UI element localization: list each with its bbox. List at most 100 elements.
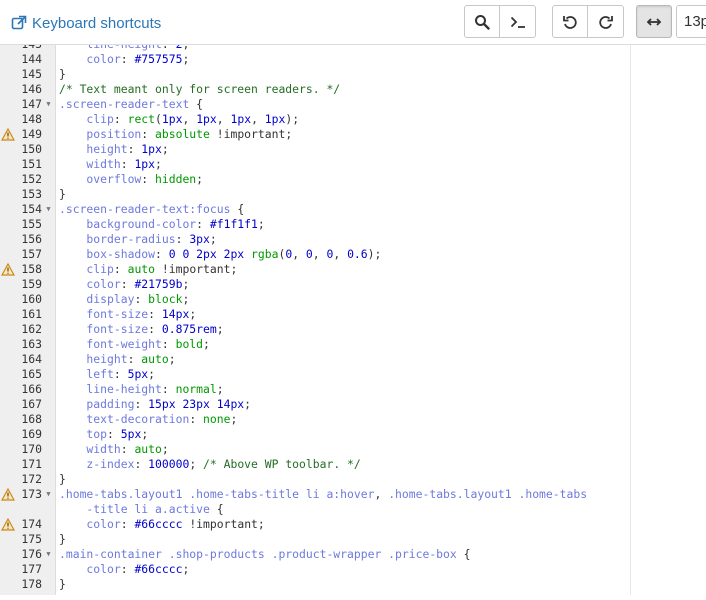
code-token: ; (216, 382, 224, 396)
code-line[interactable]: 165 left: 5px; (0, 367, 706, 382)
code-token: hidden (155, 172, 197, 186)
code-token: : (189, 412, 204, 426)
code-line[interactable]: 155 background-color: #f1f1f1; (0, 217, 706, 232)
code-line[interactable]: 149 position: absolute !important; (0, 127, 706, 142)
code-line[interactable]: 168 text-decoration: none; (0, 412, 706, 427)
code-line[interactable]: 178} (0, 577, 706, 592)
code-line[interactable]: 162 font-size: 0.875rem; (0, 322, 706, 337)
fold-toggle-icon[interactable]: ▼ (44, 547, 53, 562)
code-line[interactable]: -title li a.active { (0, 502, 706, 517)
code-token: text-decoration (59, 412, 190, 426)
font-size-select[interactable]: 13p (676, 5, 706, 38)
keyboard-shortcuts-link[interactable]: Keyboard shortcuts (11, 12, 161, 34)
code-line[interactable]: 169 top: 5px; (0, 427, 706, 442)
code-token: , (251, 112, 265, 126)
line-number: 178 (21, 577, 42, 591)
code-text: .main-container .shop-products .product-… (59, 547, 470, 562)
code-text: clip: rect(1px, 1px, 1px, 1px); (59, 112, 299, 127)
code-line[interactable]: 147 ▼ .screen-reader-text { (0, 97, 706, 112)
search-button[interactable] (464, 5, 500, 38)
code-line[interactable]: 152 overflow: hidden; (0, 172, 706, 187)
code-text: .screen-reader-text:focus { (59, 202, 244, 217)
code-line[interactable]: 172} (0, 472, 706, 487)
code-line[interactable]: 174 color: #66cccc !important; (0, 517, 706, 532)
code-line[interactable]: 145} (0, 67, 706, 82)
code-line[interactable]: 159 color: #21759b; (0, 277, 706, 292)
code-token: : (161, 337, 176, 351)
code-line[interactable]: 150 height: 1px; (0, 142, 706, 157)
command-palette-button[interactable] (500, 5, 536, 38)
code-line[interactable]: 163 font-weight: bold; (0, 337, 706, 352)
code-line[interactable]: 161 font-size: 14px; (0, 307, 706, 322)
code-token: auto (141, 352, 169, 366)
code-line[interactable]: 157 box-shadow: 0 0 2px 2px rgba(0, 0, 0… (0, 247, 706, 262)
code-lines: 143 line-height: 2;144 color: #757575;14… (0, 45, 706, 592)
code-token: : (113, 367, 128, 381)
code-text: height: auto; (59, 352, 175, 367)
code-token: , (312, 247, 327, 261)
code-token: : (196, 217, 210, 231)
fold-toggle-icon[interactable]: ▼ (44, 487, 53, 502)
code-line[interactable]: 177 color: #66cccc; (0, 562, 706, 577)
code-token: color (59, 52, 121, 66)
code-line[interactable]: 160 display: block; (0, 292, 706, 307)
code-line[interactable]: 175} (0, 532, 706, 547)
code-line[interactable]: 171 z-index: 100000; /* Above WP toolbar… (0, 457, 706, 472)
code-line[interactable]: 170 width: auto; (0, 442, 706, 457)
code-line[interactable]: 143 line-height: 2; (0, 45, 706, 52)
code-line[interactable]: 144 color: #757575; (0, 52, 706, 67)
code-token: 1px (134, 157, 156, 171)
code-line[interactable]: 156 border-radius: 3px; (0, 232, 706, 247)
code-token: #f1f1f1 (209, 217, 258, 231)
line-number: 176 (21, 547, 42, 561)
code-token: , (333, 247, 348, 261)
code-token: auto (127, 262, 156, 276)
code-token: 0 0 2px 2px (168, 247, 252, 261)
code-line[interactable]: 167 padding: 15px 23px 14px; (0, 397, 706, 412)
undo-button[interactable] (552, 5, 588, 38)
code-token: ); (367, 247, 382, 261)
code-token: width (59, 157, 121, 171)
code-line[interactable]: 153} (0, 187, 706, 202)
code-token: 3px (189, 232, 210, 246)
code-token: ; (189, 457, 204, 471)
line-number: 164 (21, 352, 42, 366)
code-line[interactable]: 166 line-height: normal; (0, 382, 706, 397)
code-line[interactable]: 146 /* Text meant only for screen readers… (0, 82, 706, 97)
code-line[interactable]: 151 width: 1px; (0, 157, 706, 172)
code-line[interactable]: 158 clip: auto !important; (0, 262, 706, 277)
fold-toggle-icon[interactable]: ▼ (44, 97, 53, 112)
code-text: -title li a.active { (59, 502, 223, 517)
code-token: 5px (120, 427, 142, 441)
code-token: ; (189, 307, 197, 321)
code-token: #21759b (134, 277, 183, 291)
code-token: : (141, 127, 156, 141)
redo-button[interactable] (588, 5, 624, 38)
code-token: -title li a.active (59, 502, 217, 516)
code-line[interactable]: 173 ▼ .home-tabs.layout1 .home-tabs-title … (0, 487, 706, 502)
code-line[interactable]: 176 ▼ .main-container .shop-products .prod… (0, 547, 706, 562)
code-text: clip: auto !important; (59, 262, 237, 277)
fold-toggle-icon[interactable]: ▼ (44, 202, 53, 217)
code-editor[interactable]: 143 line-height: 2;144 color: #757575;14… (0, 45, 706, 595)
code-text: width: auto; (59, 442, 168, 457)
code-text: background-color: #f1f1f1; (59, 217, 264, 232)
code-token: #66cccc (134, 562, 183, 576)
code-token: } (59, 67, 66, 81)
code-token: /* Above WP toolbar. */ (203, 457, 361, 471)
line-number: 149 (21, 127, 42, 141)
code-token: font-size (59, 322, 149, 336)
code-token: , (292, 247, 306, 261)
code-token: ; (196, 172, 204, 186)
wrap-toggle-button[interactable] (636, 5, 672, 38)
code-token: 0 (305, 247, 313, 261)
code-line[interactable]: 154 ▼ .screen-reader-text:focus { (0, 202, 706, 217)
code-token: line-height (59, 45, 161, 51)
code-token: #66cccc (134, 517, 183, 531)
code-token: display (59, 292, 135, 306)
code-token: .screen-reader-text:focus (59, 202, 238, 216)
code-line[interactable]: 148 clip: rect(1px, 1px, 1px, 1px); (0, 112, 706, 127)
code-text: /* Text meant only for screen readers. *… (59, 82, 340, 97)
code-line[interactable]: 164 height: auto; (0, 352, 706, 367)
line-number: 147 (21, 97, 42, 111)
